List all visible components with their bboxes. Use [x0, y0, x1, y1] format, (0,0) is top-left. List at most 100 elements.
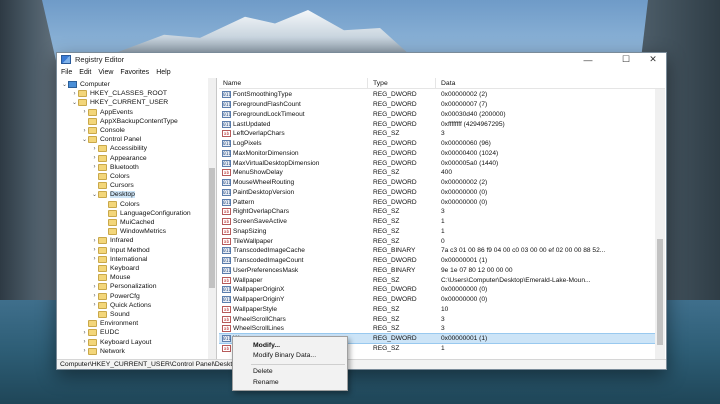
- expand-right-icon[interactable]: ›: [81, 330, 88, 336]
- value-row[interactable]: 011 PaintDesktopVersion REG_DWORD 0x0000000…: [219, 188, 659, 198]
- tree-node[interactable]: Environment: [81, 319, 138, 328]
- value-row[interactable]: 011 TranscodedImageCache REG_BINARY 7a c3 0…: [219, 246, 659, 256]
- expand-right-icon[interactable]: ›: [91, 256, 98, 262]
- expand-right-icon[interactable]: ›: [91, 238, 98, 244]
- value-row[interactable]: 011 MaxVirtualDesktopDimension REG_DWORD 0x…: [219, 158, 659, 168]
- tree-node[interactable]: › AppEvents: [81, 108, 133, 117]
- menu-file[interactable]: File: [61, 69, 72, 76]
- expand-right-icon[interactable]: ›: [81, 348, 88, 354]
- tree-node[interactable]: › Network: [81, 347, 125, 356]
- value-row[interactable]: ab RightOverlapChars REG_SZ 3: [219, 207, 659, 217]
- tree-node[interactable]: LanguageConfiguration: [101, 209, 191, 218]
- value-name: PaintDesktopVersion: [233, 188, 295, 196]
- menu-edit[interactable]: Edit: [79, 69, 91, 76]
- expand-right-icon[interactable]: ›: [81, 128, 88, 134]
- tree-node[interactable]: › Personalization: [91, 282, 156, 291]
- tree-node[interactable]: ⌄ Computer: [61, 80, 110, 89]
- tree-node[interactable]: Colors: [101, 200, 140, 209]
- tree-node[interactable]: › Appearance: [91, 154, 147, 163]
- scrollbar-thumb[interactable]: [657, 239, 663, 345]
- value-row[interactable]: ab WheelScrollLines REG_SZ 3: [219, 324, 659, 334]
- context-menu-modify-binary[interactable]: Modify Binary Data...: [253, 352, 316, 359]
- column-divider[interactable]: [435, 78, 436, 89]
- tree-node[interactable]: › Infrared: [91, 236, 133, 245]
- tree-node[interactable]: Sound: [91, 310, 130, 319]
- tree-node[interactable]: Mouse: [91, 273, 130, 282]
- value-row[interactable]: 011 ForegroundLockTimeout REG_DWORD 0x00030…: [219, 110, 659, 120]
- tree-node[interactable]: › Quick Actions: [91, 301, 151, 310]
- value-data: 10: [441, 305, 449, 313]
- tree-node[interactable]: ⌄ Control Panel: [81, 135, 141, 144]
- menu-favorites[interactable]: Favorites: [120, 69, 149, 76]
- expand-right-icon[interactable]: ›: [91, 146, 98, 152]
- tree-node[interactable]: Cursors: [91, 181, 134, 190]
- tree-node[interactable]: › Keyboard Layout: [81, 338, 151, 347]
- tree-node[interactable]: › Accessibility: [91, 144, 147, 153]
- expand-right-icon[interactable]: ›: [91, 155, 98, 161]
- value-row[interactable]: ab WheelScrollChars REG_SZ 3: [219, 314, 659, 324]
- minimize-button[interactable]: —: [575, 53, 601, 66]
- value-row[interactable]: ab ScreenSaveActive REG_SZ 1: [219, 217, 659, 227]
- expand-down-icon[interactable]: ⌄: [81, 136, 88, 143]
- scrollbar-thumb[interactable]: [209, 168, 215, 288]
- registry-tree-pane[interactable]: ⌄ Computer › HKEY_CLASSES_ROOT ⌄ HKEY_CURRENT…: [57, 78, 217, 359]
- value-row[interactable]: 011 LastUpdated REG_DWORD 0xffffffff (42949…: [219, 119, 659, 129]
- expand-down-icon[interactable]: ⌄: [71, 99, 78, 106]
- value-row[interactable]: 011 MouseWheelRouting REG_DWORD 0x00000002 …: [219, 178, 659, 188]
- tree-node[interactable]: › Bluetooth: [91, 163, 139, 172]
- tree-node[interactable]: › HKEY_CLASSES_ROOT: [71, 89, 167, 98]
- value-row[interactable]: 011 ForegroundFlashCount REG_DWORD 0x000000…: [219, 100, 659, 110]
- tree-node[interactable]: Colors: [91, 172, 130, 181]
- context-menu-modify[interactable]: Modify...: [253, 342, 280, 349]
- tree-node[interactable]: ⌄ HKEY_CURRENT_USER: [71, 98, 168, 107]
- expand-right-icon[interactable]: ›: [71, 91, 78, 97]
- expand-down-icon[interactable]: ⌄: [61, 81, 68, 88]
- value-row[interactable]: 011 MaxMonitorDimension REG_DWORD 0x0000040…: [219, 149, 659, 159]
- tree-node[interactable]: AppXBackupContentType: [81, 117, 178, 126]
- tree-node[interactable]: › International: [91, 255, 147, 264]
- value-row[interactable]: ab WallpaperStyle REG_SZ 10: [219, 305, 659, 315]
- context-menu-delete[interactable]: Delete: [253, 368, 273, 375]
- value-row[interactable]: ab MenuShowDelay REG_SZ 400: [219, 168, 659, 178]
- column-header-data[interactable]: Data: [441, 80, 455, 87]
- tree-node[interactable]: WindowMetrics: [101, 227, 166, 236]
- context-menu-rename[interactable]: Rename: [253, 379, 279, 386]
- tree-node[interactable]: Keyboard: [91, 264, 139, 273]
- value-row[interactable]: 011 Pattern REG_DWORD 0x00000000 (0): [219, 197, 659, 207]
- expand-right-icon[interactable]: ›: [81, 109, 88, 115]
- tree-node[interactable]: ⌄ Desktop: [91, 190, 135, 199]
- value-row[interactable]: 011 TranscodedImageCount REG_DWORD 0x000000…: [219, 256, 659, 266]
- value-row[interactable]: 011 WallpaperOriginX REG_DWORD 0x00000000 (…: [219, 285, 659, 295]
- expand-right-icon[interactable]: ›: [91, 247, 98, 253]
- value-row[interactable]: ab Wallpaper REG_SZ C:\Users\Computer\Deskt…: [219, 275, 659, 285]
- tree-node[interactable]: › Input Method: [91, 246, 150, 255]
- column-header-type[interactable]: Type: [373, 80, 388, 87]
- value-row[interactable]: ab LeftOverlapChars REG_SZ 3: [219, 129, 659, 139]
- title-bar[interactable]: Registry Editor — ☐ ✕: [57, 53, 666, 66]
- column-header-name[interactable]: Name: [223, 80, 241, 87]
- expand-right-icon[interactable]: ›: [91, 302, 98, 308]
- tree-node[interactable]: › PowerCfg: [91, 292, 140, 301]
- value-row[interactable]: ab SnapSizing REG_SZ 1: [219, 227, 659, 237]
- value-row[interactable]: 011 LogPixels REG_DWORD 0x00000060 (96): [219, 139, 659, 149]
- value-row[interactable]: 011 WallpaperOriginY REG_DWORD 0x00000000 (…: [219, 295, 659, 305]
- expand-down-icon[interactable]: ⌄: [91, 191, 98, 198]
- menu-view[interactable]: View: [98, 69, 113, 76]
- tree-node[interactable]: › Console: [81, 126, 125, 135]
- values-scrollbar[interactable]: [655, 89, 665, 359]
- expand-right-icon[interactable]: ›: [91, 284, 98, 290]
- registry-values-pane[interactable]: Name Type Data 011 FontSmoothingType REG_D…: [219, 78, 665, 359]
- expand-right-icon[interactable]: ›: [91, 164, 98, 170]
- close-button[interactable]: ✕: [640, 53, 666, 66]
- column-divider[interactable]: [367, 78, 368, 89]
- value-row[interactable]: ab TileWallpaper REG_SZ 0: [219, 236, 659, 246]
- expand-right-icon[interactable]: ›: [81, 339, 88, 345]
- menu-help[interactable]: Help: [156, 69, 170, 76]
- maximize-button[interactable]: ☐: [613, 53, 639, 66]
- expand-right-icon[interactable]: ›: [91, 293, 98, 299]
- tree-node[interactable]: › EUDC: [81, 328, 119, 337]
- value-row[interactable]: 011 UserPreferencesMask REG_BINARY 9e 1e 07…: [219, 266, 659, 276]
- tree-node[interactable]: MuiCached: [101, 218, 154, 227]
- tree-scrollbar[interactable]: [208, 78, 216, 359]
- value-row[interactable]: 011 FontSmoothingType REG_DWORD 0x00000002 …: [219, 90, 659, 100]
